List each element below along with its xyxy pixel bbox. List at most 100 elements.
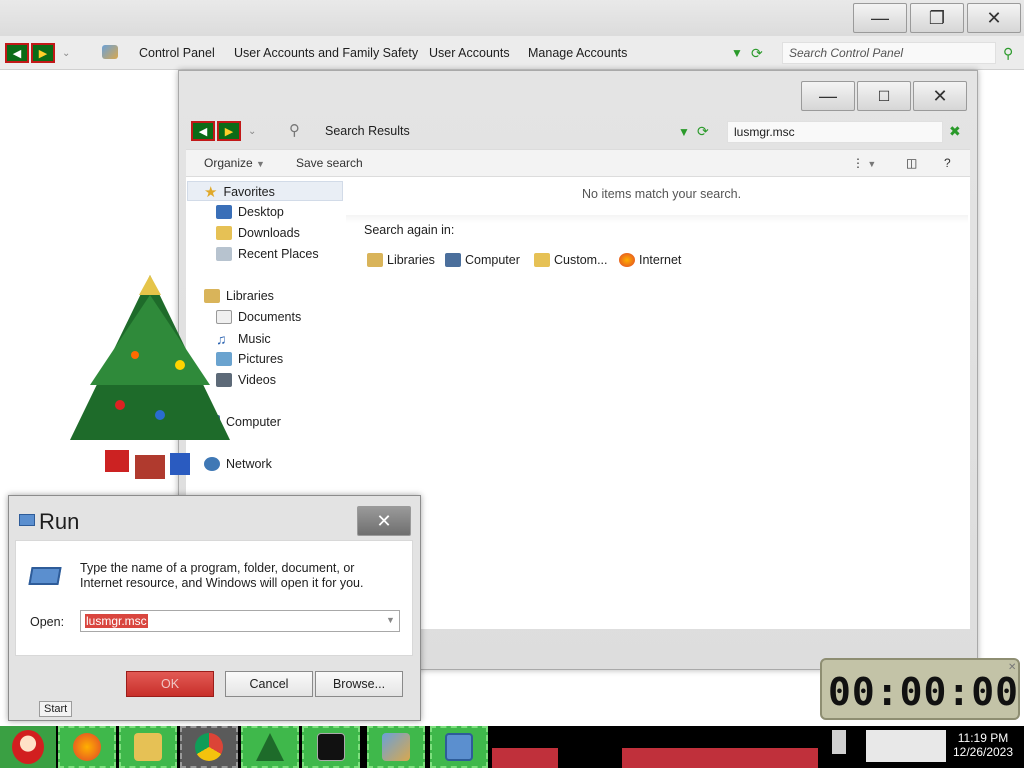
organize-button[interactable]: Organize ▼	[204, 156, 265, 170]
recent-pages-chevron-icon[interactable]: ⌄	[62, 48, 70, 59]
clock-gadget[interactable]: 00:00:00 ✕	[820, 658, 1020, 720]
taskbar-file-explorer[interactable]	[119, 726, 177, 768]
search-again-label: Search again in:	[364, 223, 455, 237]
browse-button[interactable]: Browse...	[315, 671, 403, 697]
downloads-folder-icon	[216, 226, 232, 240]
nav-buttons: ◀ ▶	[5, 43, 55, 63]
back-button[interactable]: ◀	[191, 121, 215, 141]
taskbar-divider	[622, 748, 818, 768]
run-icon	[445, 733, 473, 761]
taskbar-command-prompt[interactable]	[302, 726, 360, 768]
address-dropdown-icon[interactable]: ▼	[678, 125, 690, 139]
control-panel-icon	[102, 45, 118, 59]
control-panel-icon	[382, 733, 410, 761]
restore-icon: ❐	[928, 7, 946, 28]
folder-icon	[534, 253, 550, 267]
ok-button[interactable]: OK	[126, 671, 214, 697]
run-description: Type the name of a program, folder, docu…	[80, 561, 364, 590]
view-options-icon[interactable]: ⋮ ▼	[852, 156, 876, 170]
maximize-icon: ☐	[877, 87, 891, 104]
close-button[interactable]: ✕	[967, 3, 1021, 33]
run-body: Type the name of a program, folder, docu…	[15, 540, 413, 656]
forward-button[interactable]: ▶	[31, 43, 55, 63]
file-explorer-icon	[134, 733, 162, 761]
search-again-computer[interactable]: Computer	[445, 253, 520, 267]
close-icon: ✕	[932, 85, 948, 106]
libraries-icon	[367, 253, 383, 267]
preview-pane-icon[interactable]: ◫	[906, 156, 917, 170]
open-input-value[interactable]: lusmgr.msc	[85, 614, 148, 628]
system-tray-icons[interactable]	[866, 730, 946, 762]
taskbar-divider	[492, 748, 558, 768]
help-icon[interactable]: ?	[944, 156, 951, 170]
nav-downloads[interactable]: Downloads	[216, 226, 300, 240]
breadcrumb-control-panel[interactable]: Control Panel	[139, 46, 215, 60]
minimize-icon: —	[871, 7, 889, 28]
open-dropdown-icon[interactable]: ▼	[386, 615, 395, 625]
nav-buttons: ◀ ▶	[191, 121, 241, 141]
taskbar-run[interactable]	[430, 726, 488, 768]
open-combobox[interactable]: lusmgr.msc ▼	[80, 610, 400, 632]
breadcrumb-manage-accounts[interactable]: Manage Accounts	[528, 46, 627, 60]
search-icon: ⚲	[289, 122, 300, 139]
nav-favorites[interactable]: ★ Favorites	[204, 183, 275, 201]
tray-time: 11:19 PM	[957, 731, 1009, 745]
run-icon	[19, 514, 35, 526]
santa-icon	[12, 730, 44, 764]
forward-button[interactable]: ▶	[217, 121, 241, 141]
breadcrumb-user-accounts[interactable]: User Accounts	[429, 46, 510, 60]
minimize-button[interactable]: —	[853, 3, 907, 33]
refresh-icon[interactable]: ⟳	[751, 45, 763, 62]
firefox-icon	[619, 253, 635, 267]
breadcrumb-user-accounts-family-safety[interactable]: User Accounts and Family Safety	[234, 46, 418, 60]
gadget-close-icon[interactable]: ✕	[1008, 662, 1016, 673]
cancel-button[interactable]: Cancel	[225, 671, 313, 697]
desktop-icon	[216, 205, 232, 219]
tray-date: 12/26/2023	[952, 745, 1014, 759]
computer-icon	[445, 253, 461, 267]
search-icon[interactable]: ⚲	[1003, 45, 1013, 62]
save-search-button[interactable]: Save search	[296, 156, 363, 170]
taskbar-control-panel[interactable]	[367, 726, 425, 768]
show-hidden-icons[interactable]	[832, 730, 846, 754]
control-panel-search-input[interactable]: Search Control Panel	[782, 42, 996, 64]
search-query-input[interactable]: lusmgr.msc	[727, 121, 943, 143]
run-dialog: Run ✕ Type the name of a program, folder…	[8, 495, 421, 721]
star-icon: ★	[204, 184, 218, 201]
christmas-tree-decoration	[70, 275, 230, 479]
firefox-icon	[73, 733, 101, 761]
run-title: Run	[39, 509, 80, 534]
taskbar-christmas-tree[interactable]	[241, 726, 299, 768]
taskbar-firefox[interactable]	[58, 726, 116, 768]
christmas-tree-icon	[256, 733, 284, 761]
start-button[interactable]	[0, 726, 56, 768]
back-button[interactable]: ◀	[5, 43, 29, 63]
minimize-button[interactable]: —	[801, 81, 855, 111]
clear-search-icon[interactable]: ✖	[949, 123, 961, 140]
start-tooltip: Start	[39, 701, 73, 717]
maximize-button[interactable]: ☐	[857, 81, 911, 111]
close-button[interactable]: ✕	[357, 506, 411, 536]
nav-desktop[interactable]: Desktop	[216, 205, 284, 219]
chrome-icon	[195, 733, 223, 761]
search-again-custom[interactable]: Custom...	[534, 253, 608, 267]
command-prompt-icon	[317, 733, 345, 761]
restore-button[interactable]: ❐	[910, 3, 964, 33]
taskbar-chrome[interactable]	[180, 726, 238, 768]
minimize-icon: —	[819, 85, 837, 106]
tray-clock[interactable]: 11:19 PM 12/26/2023	[946, 731, 1020, 759]
close-icon: ✕	[376, 510, 392, 531]
refresh-icon[interactable]: ⟳	[697, 123, 709, 140]
search-again-internet[interactable]: Internet	[619, 253, 681, 267]
address-location[interactable]: Search Results	[325, 124, 410, 138]
search-again-libraries[interactable]: Libraries	[367, 253, 435, 267]
divider	[346, 215, 968, 223]
address-dropdown-icon[interactable]: ▼	[731, 46, 743, 60]
open-label: Open:	[30, 615, 65, 629]
close-icon: ✕	[986, 7, 1002, 28]
recent-pages-chevron-icon[interactable]: ⌄	[248, 126, 256, 137]
run-program-icon	[28, 567, 62, 585]
control-panel-titlebar: — ❐ ✕	[0, 0, 1024, 36]
empty-results-message: No items match your search.	[582, 187, 742, 201]
close-button[interactable]: ✕	[913, 81, 967, 111]
